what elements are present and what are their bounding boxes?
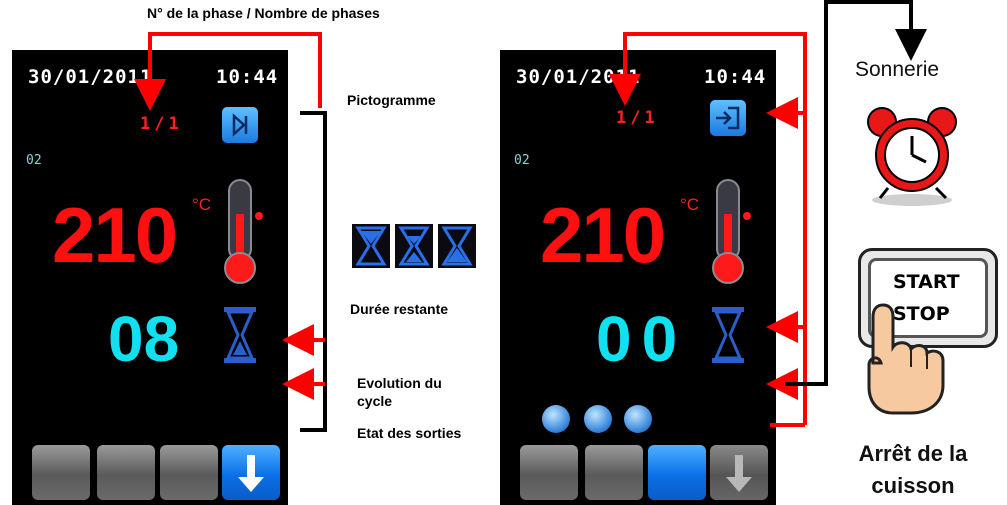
exit-icon bbox=[716, 106, 740, 130]
output-button-1[interactable] bbox=[520, 445, 578, 500]
output-button-1[interactable] bbox=[32, 445, 90, 500]
remaining-time: 08 bbox=[108, 303, 180, 375]
temperature-unit: °C bbox=[192, 195, 212, 214]
date-display: 30/01/2011 bbox=[516, 66, 641, 88]
output-button-3[interactable] bbox=[160, 445, 218, 500]
next-button[interactable] bbox=[222, 445, 280, 500]
output-button-3-active[interactable] bbox=[648, 445, 706, 500]
thermometer-icon bbox=[712, 179, 751, 284]
program-number: 02 bbox=[514, 153, 530, 168]
fan-icon bbox=[542, 405, 570, 433]
phase-counter: 1/1 bbox=[140, 114, 183, 134]
top-caption: N° de la phase / Nombre de phases bbox=[147, 5, 380, 21]
evolution-label: Evolution du cycle bbox=[357, 372, 442, 412]
sonnerie-label: Sonnerie bbox=[855, 58, 940, 81]
hourglass-icon bbox=[224, 307, 256, 363]
temperature-value: 210 bbox=[540, 191, 666, 279]
phase-step-icon bbox=[232, 113, 248, 137]
time-display: 10:44 bbox=[216, 66, 279, 88]
pictogramme-label: Pictogramme bbox=[347, 92, 436, 108]
arret-line2: cuisson bbox=[871, 473, 955, 498]
temperature-unit: °C bbox=[680, 195, 700, 214]
arrow-down-icon bbox=[726, 455, 752, 492]
arret-line1: Arrêt de la bbox=[858, 441, 968, 466]
pointing-hand-icon bbox=[867, 303, 945, 415]
hourglass-icon bbox=[712, 307, 744, 363]
output-button-2[interactable] bbox=[585, 445, 643, 500]
temperature-value: 210 bbox=[52, 191, 178, 279]
legend-bracket bbox=[300, 111, 327, 432]
next-button-disabled bbox=[710, 445, 768, 500]
etat-label: Etat des sorties bbox=[357, 425, 462, 441]
arret-label: Arrêt de la cuisson bbox=[828, 438, 998, 502]
date-display: 30/01/2011 bbox=[28, 66, 153, 88]
bell-icon bbox=[584, 405, 612, 433]
oven-screen-left: 30/01/2011 10:44 1/1 02 210 °C 08 bbox=[12, 50, 288, 505]
phase-counter: 1/1 bbox=[616, 108, 659, 128]
exit-button[interactable] bbox=[710, 100, 746, 136]
thermometer-icon bbox=[224, 179, 263, 284]
hourglass-states-icon bbox=[352, 224, 476, 268]
start-label: START bbox=[893, 271, 960, 293]
program-number: 02 bbox=[26, 153, 42, 168]
valve-icon bbox=[624, 405, 652, 433]
phase-step-button[interactable] bbox=[222, 107, 258, 143]
output-button-2[interactable] bbox=[97, 445, 155, 500]
arrow-down-icon bbox=[238, 455, 264, 492]
oven-screen-right: 30/01/2011 10:44 1/1 02 210 °C 00 bbox=[500, 50, 776, 505]
time-display: 10:44 bbox=[704, 66, 767, 88]
duree-label: Durée restante bbox=[350, 301, 449, 317]
remaining-time: 00 bbox=[596, 303, 688, 375]
alarm-clock-icon bbox=[867, 107, 957, 206]
